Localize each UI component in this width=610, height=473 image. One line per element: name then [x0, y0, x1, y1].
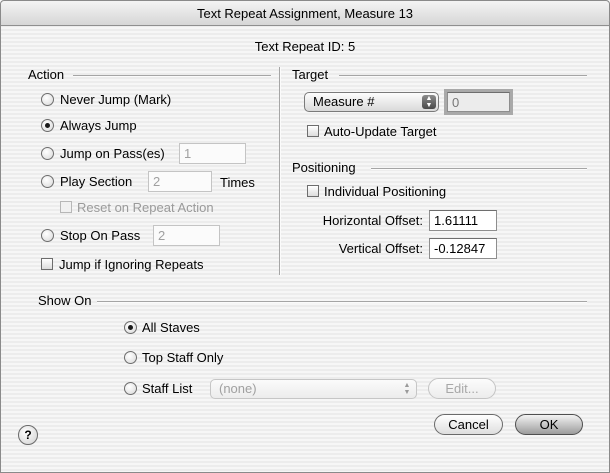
jump-if-ignoring-label[interactable]: Jump if Ignoring Repeats [59, 257, 204, 272]
window-title: Text Repeat Assignment, Measure 13 [196, 6, 414, 21]
reset-on-repeat-label[interactable]: Reset on Repeat Action [77, 200, 214, 215]
target-type-value: Measure # [313, 94, 375, 109]
jump-on-passes-label[interactable]: Jump on Pass(es) [60, 146, 165, 161]
jump-on-passes-radio[interactable] [41, 147, 54, 160]
individual-positioning-checkbox[interactable] [307, 185, 319, 197]
column-divider [279, 67, 281, 275]
action-divider [73, 75, 271, 77]
never-jump-radio[interactable] [41, 93, 54, 106]
action-section-title: Action [28, 67, 65, 82]
show-on-divider [97, 301, 587, 303]
top-staff-only-radio[interactable] [124, 351, 137, 364]
positioning-section-title: Positioning [292, 160, 356, 175]
reset-on-repeat-checkbox[interactable] [60, 201, 72, 213]
target-value-field[interactable]: 0 [444, 89, 513, 115]
dialog-window: Text Repeat Assignment, Measure 13 Text … [0, 0, 610, 473]
stop-on-pass-radio[interactable] [41, 229, 54, 242]
staff-list-label[interactable]: Staff List [142, 381, 192, 396]
help-button[interactable]: ? [18, 425, 38, 445]
always-jump-label[interactable]: Always Jump [60, 118, 137, 133]
jump-if-ignoring-checkbox[interactable] [41, 258, 53, 270]
staff-list-value: (none) [219, 381, 257, 396]
play-section-field[interactable]: 2 [148, 171, 212, 192]
play-section-radio[interactable] [41, 175, 54, 188]
target-type-popup[interactable]: Measure # ▲ ▼ [304, 92, 439, 112]
always-jump-radio[interactable] [41, 119, 54, 132]
stop-on-pass-label[interactable]: Stop On Pass [60, 228, 140, 243]
auto-update-label[interactable]: Auto-Update Target [324, 124, 437, 139]
horizontal-offset-field[interactable]: 1.61111 [429, 210, 497, 231]
vertical-offset-field[interactable]: -0.12847 [429, 238, 497, 259]
horizontal-offset-label: Horizontal Offset: [322, 213, 423, 228]
positioning-divider [371, 168, 587, 170]
popup-arrows-icon: ▲ ▼ [422, 95, 436, 109]
popup-arrows-icon: ▲ ▼ [403, 382, 411, 396]
ok-button[interactable]: OK [515, 414, 583, 435]
stop-on-pass-field[interactable]: 2 [153, 225, 220, 246]
top-staff-only-label[interactable]: Top Staff Only [142, 350, 223, 365]
text-repeat-id-label: Text Repeat ID: 5 [254, 39, 356, 54]
show-on-section-title: Show On [38, 293, 92, 308]
individual-positioning-label[interactable]: Individual Positioning [324, 184, 446, 199]
edit-button[interactable]: Edit... [428, 378, 496, 399]
never-jump-label[interactable]: Never Jump (Mark) [60, 92, 171, 107]
times-label: Times [220, 175, 255, 190]
play-section-label[interactable]: Play Section [60, 174, 132, 189]
title-bar[interactable]: Text Repeat Assignment, Measure 13 [1, 1, 609, 26]
auto-update-checkbox[interactable] [307, 125, 319, 137]
vertical-offset-label: Vertical Offset: [338, 241, 423, 256]
target-section-title: Target [292, 67, 329, 82]
jump-on-passes-field[interactable]: 1 [179, 143, 246, 164]
staff-list-popup[interactable]: (none) ▲ ▼ [210, 379, 417, 399]
all-staves-label[interactable]: All Staves [142, 320, 200, 335]
cancel-button[interactable]: Cancel [434, 414, 503, 435]
target-divider [339, 75, 587, 77]
all-staves-radio[interactable] [124, 321, 137, 334]
staff-list-radio[interactable] [124, 382, 137, 395]
